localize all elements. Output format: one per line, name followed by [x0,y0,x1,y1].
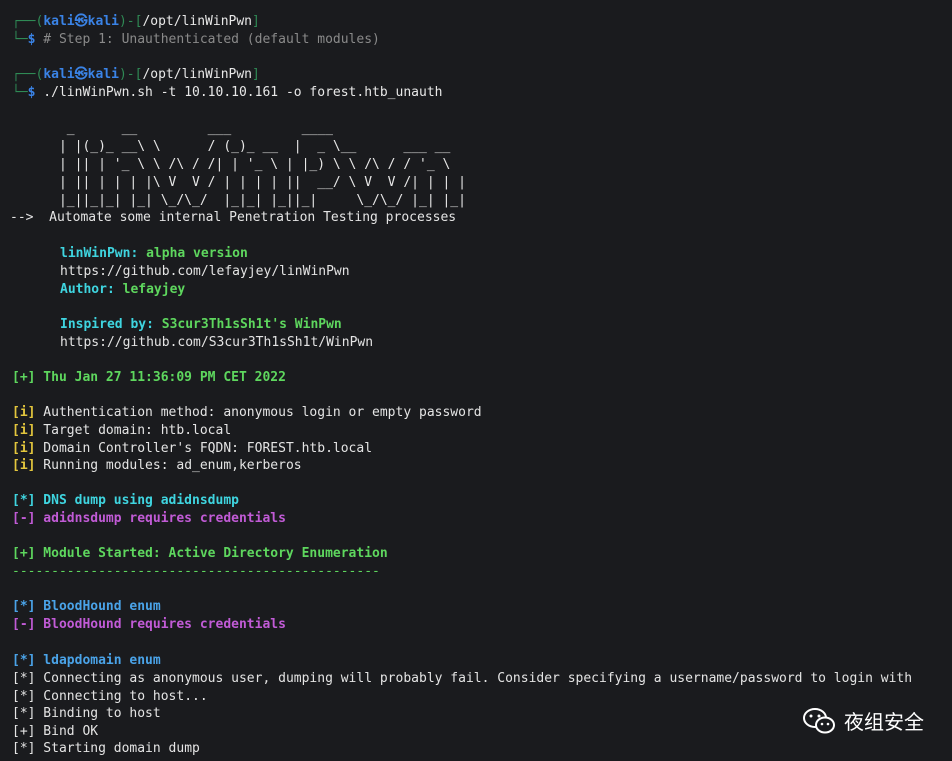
prompt-sep: )-[ [118,14,143,29]
date-line: [+] Thu Jan 27 11:36:09 PM CET 2022 [12,370,286,385]
tagline: Automate some internal Penetration Testi… [33,210,457,225]
terminal-window[interactable]: ┌──(kali㉿kali)-[/opt/linWinPwn] └─$ # St… [0,0,952,761]
inspired-url: https://github.com/S3cur3Th1sSh1t/WinPwn [60,335,374,350]
module-started-line: [+] Module Started: Active Directory Enu… [12,546,388,561]
ldap-output-line: [+] Bind OK [12,723,98,740]
prompt-line-1: ┌──(kali㉿kali)-[/opt/linWinPwn] [12,13,260,30]
arrow: --> [10,210,34,225]
wechat-icon [803,707,835,733]
ldap-output-line: [*] Connecting to host... [12,688,208,705]
command-text: ./linWinPwn.sh -t 10.10.10.161 -o forest… [35,85,443,100]
version-value: alpha version [146,246,248,261]
prompt-at: ㉿ [74,14,88,29]
command-line-1: └─$ # Step 1: Unauthenticated (default m… [12,31,380,48]
info-line: [i] Domain Controller's FQDN: FOREST.htb… [12,440,372,457]
prompt-user: kali [43,14,75,29]
dns-dump-fail-line: [-] adidnsdump requires credentials [12,511,286,526]
ldap-text: Bind OK [35,724,99,739]
tagline-line: --> Automate some internal Penetration T… [10,209,456,226]
inspired-label: Inspired by: [60,317,162,332]
ldap-tag: [+] [12,724,36,739]
ldap-tag: [*] [12,741,36,756]
info-line: [i] Running modules: ad_enum,kerberos [12,457,302,474]
ldap-text: Binding to host [35,706,161,721]
bloodhound-line: [*] BloodHound enum [12,599,161,614]
watermark-text: 夜组安全 [844,710,924,734]
bloodhound-fail-line: [-] BloodHound requires credentials [12,617,286,632]
command-line-2: └─$ ./linWinPwn.sh -t 10.10.10.161 -o fo… [12,84,442,101]
ldap-tag: [*] [12,689,36,704]
ascii-banner-line: | || | | | |\ V V / | | | | || __/ \ V V… [12,175,466,190]
prompt-path: /opt/linWinPwn [142,67,253,82]
prompt-box-top: ┌──( [12,14,44,29]
version-line: linWinPwn: alpha version [60,245,248,262]
prompt-path: /opt/linWinPwn [142,14,253,29]
prompt-end: ] [252,67,260,82]
ascii-banner-line: _ __ ___ ____ [12,121,333,136]
info-tag: [i] [12,423,36,438]
command-text: # Step 1: Unauthenticated (default modul… [35,32,380,47]
author-line: Author: lefayjey [60,281,185,298]
prompt-end: ] [252,14,260,29]
info-tag: [i] [12,458,36,473]
prompt-box-bottom: └─ [12,32,28,47]
ldap-output-line: [*] Starting domain dump [12,740,200,757]
info-text: Running modules: ad_enum,kerberos [35,458,302,473]
separator-line: ----------------------------------------… [12,564,380,579]
ldap-text: Connecting as anonymous user, dumping wi… [35,671,913,686]
dns-dump-line: [*] DNS dump using adidnsdump [12,493,239,508]
ldap-tag: [*] [12,671,36,686]
ascii-banner-line: |_||_|_| |_| \_/\_/ |_|_| |_||_| \_/\_/ … [12,193,466,208]
author-label: Author: [60,282,123,297]
ldap-text: Starting domain dump [35,741,200,756]
ldapdomain-line: [*] ldapdomain enum [12,653,161,668]
info-line: [i] Authentication method: anonymous log… [12,404,482,421]
info-text: Authentication method: anonymous login o… [35,405,482,420]
prompt-line-2: ┌──(kali㉿kali)-[/opt/linWinPwn] [12,66,260,83]
watermark: 夜组安全 [802,706,924,735]
ldap-tag: [*] [12,706,36,721]
inspired-value: S3cur3Th1sSh1t's WinPwn [161,317,342,332]
author-value: lefayjey [122,282,186,297]
prompt-at: ㉿ [74,67,88,82]
prompt-box-top: ┌──( [12,67,44,82]
info-text: Domain Controller's FQDN: FOREST.htb.loc… [35,441,373,456]
ascii-banner-line: | || | '_ \ \ /\ / /| | '_ \ | |_) \ \ /… [12,157,451,172]
prompt-host: kali [87,14,119,29]
inspired-line: Inspired by: S3cur3Th1sSh1t's WinPwn [60,316,342,333]
ldap-output-line: [*] Binding to host [12,705,161,722]
prompt-user: kali [43,67,75,82]
info-tag: [i] [12,405,36,420]
info-tag: [i] [12,441,36,456]
info-text: Target domain: htb.local [35,423,232,438]
prompt-box-bottom: └─ [12,85,28,100]
version-label: linWinPwn: [60,246,147,261]
ascii-banner-line: | |(_)_ __\ \ / (_)_ __ | _ \__ ___ __ [12,139,451,154]
repo-url: https://github.com/lefayjey/linWinPwn [60,264,350,279]
prompt-sep: )-[ [118,67,143,82]
prompt-host: kali [87,67,119,82]
ldap-text: Connecting to host... [35,689,208,704]
ldap-output-line: [*] Connecting as anonymous user, dumpin… [12,670,912,687]
info-line: [i] Target domain: htb.local [12,422,231,439]
